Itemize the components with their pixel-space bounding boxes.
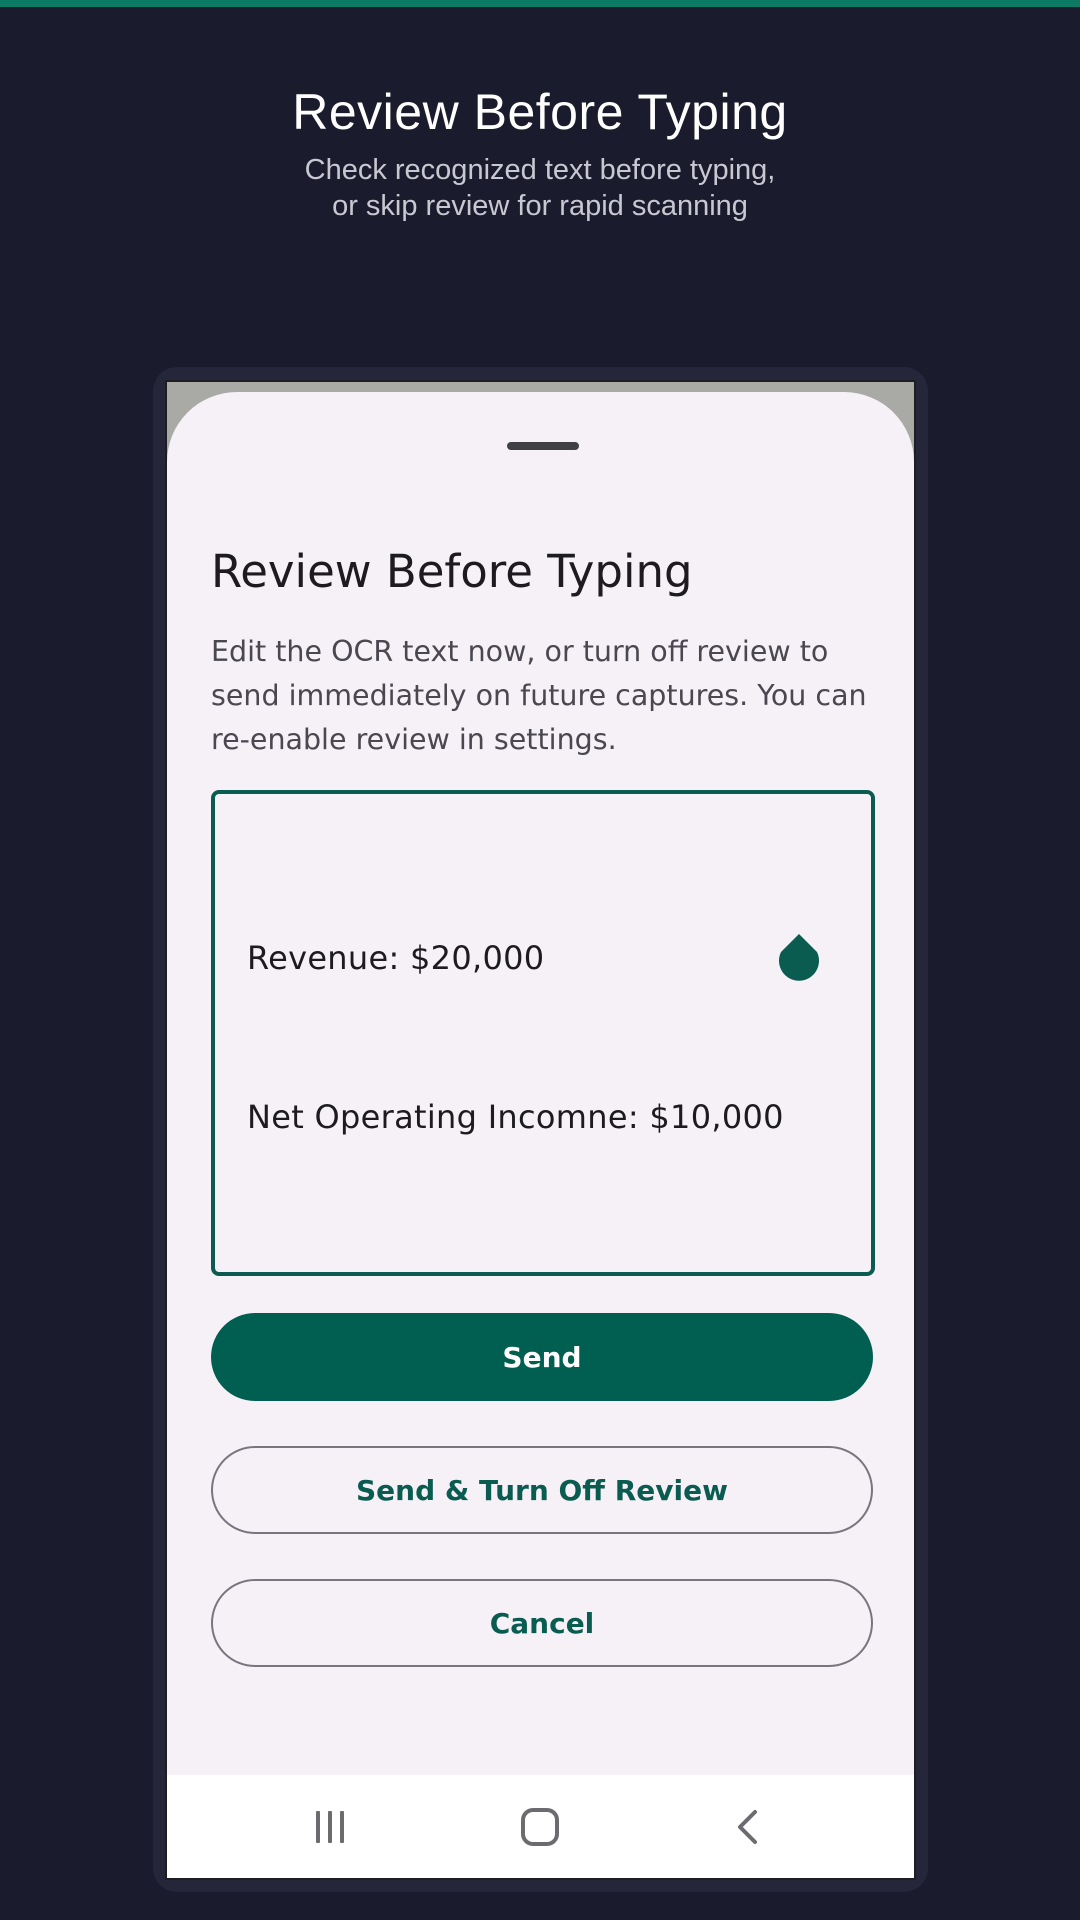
page-subtitle: Check recognized text before typing, or … xyxy=(0,152,1080,224)
sheet-description: Edit the OCR text now, or turn off revie… xyxy=(211,635,867,756)
ocr-line: Revenue: $20,000 xyxy=(247,939,545,977)
page-title: Review Before Typing xyxy=(292,84,788,140)
cancel-button[interactable]: Cancel xyxy=(211,1579,873,1667)
back-button[interactable] xyxy=(713,1795,783,1859)
text-cursor-handle-icon[interactable] xyxy=(775,932,823,988)
drag-handle[interactable] xyxy=(507,442,579,450)
subtitle-line: Check recognized text before typing, xyxy=(304,154,776,186)
navigation-bar xyxy=(167,1775,914,1878)
back-icon xyxy=(738,1810,757,1844)
top-accent-bar xyxy=(0,0,1080,7)
recents-button[interactable] xyxy=(295,1795,365,1859)
home-button[interactable] xyxy=(505,1795,575,1859)
ocr-line: Net Operating Incomne: $10,000 xyxy=(247,1098,784,1136)
bottom-sheet: Review Before Typing Edit the OCR text n… xyxy=(167,392,914,1788)
device-screen: Review Before Typing Edit the OCR text n… xyxy=(165,380,916,1880)
home-icon xyxy=(521,1808,559,1846)
recents-icon xyxy=(316,1811,344,1843)
send-button[interactable]: Send xyxy=(211,1313,873,1401)
subtitle-line: or skip review for rapid scanning xyxy=(332,190,748,222)
ocr-text-content[interactable]: Revenue: $20,000 Net Operating Incomne: … xyxy=(247,826,784,1250)
ocr-text-field[interactable]: Revenue: $20,000 Net Operating Incomne: … xyxy=(211,790,875,1276)
sheet-title: Review Before Typing xyxy=(211,545,693,598)
send-turn-off-review-button[interactable]: Send & Turn Off Review xyxy=(211,1446,873,1534)
